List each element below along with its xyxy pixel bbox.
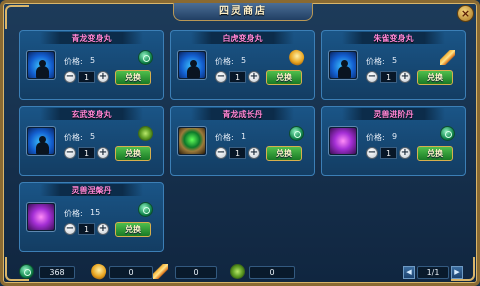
jade-coin-icon xyxy=(440,126,455,141)
transform-pill-icon xyxy=(330,52,356,78)
price-label: 价格: xyxy=(64,57,83,66)
shop-item-card: 玄武变身丸 价格: 5 − 1 + 兑换 xyxy=(19,106,164,176)
item-name: 灵兽涅槃丹 xyxy=(71,186,112,195)
decrease-button[interactable]: − xyxy=(64,147,76,159)
price-label: 价格: xyxy=(366,57,385,66)
prev-page-button[interactable]: ◀ xyxy=(403,266,415,279)
transform-pill-icon xyxy=(179,52,205,78)
quantity-input[interactable]: 1 xyxy=(78,71,95,83)
price-value: 5 xyxy=(241,56,247,65)
decrease-button[interactable]: − xyxy=(366,71,378,83)
quantity-input[interactable]: 1 xyxy=(229,71,246,83)
increase-button[interactable]: + xyxy=(97,71,109,83)
increase-button[interactable]: + xyxy=(399,147,411,159)
price-label: 价格: xyxy=(64,133,83,142)
decrease-button[interactable]: − xyxy=(215,147,227,159)
price-label: 价格: xyxy=(64,209,83,218)
quantity-input[interactable]: 1 xyxy=(380,147,397,159)
item-icon-slot[interactable] xyxy=(26,202,56,232)
increase-button[interactable]: + xyxy=(97,147,109,159)
item-name: 朱雀变身丸 xyxy=(373,34,414,43)
quantity-input[interactable]: 1 xyxy=(78,223,95,235)
shop-window: 四灵商店 × 青龙变身丸 价格: 5 − 1 + 兑换 白虎变身丸 价格: 5 … xyxy=(0,0,480,286)
item-name: 青龙成长丹 xyxy=(222,110,263,119)
page-indicator: 1/1 xyxy=(417,266,449,279)
price-label: 价格: xyxy=(366,133,385,142)
window-title: 四灵商店 xyxy=(173,3,313,21)
jade-coin-icon xyxy=(289,126,304,141)
turtle-shell-icon xyxy=(230,264,245,279)
exchange-button[interactable]: 兑换 xyxy=(115,222,151,237)
price-value: 1 xyxy=(241,132,247,141)
decrease-button[interactable]: − xyxy=(366,147,378,159)
price-value: 5 xyxy=(392,56,398,65)
price-value: 15 xyxy=(90,208,101,217)
turtle-balance: 0 xyxy=(249,266,295,279)
gold-gem-icon xyxy=(286,47,307,68)
quantity-input[interactable]: 1 xyxy=(229,147,246,159)
decrease-button[interactable]: − xyxy=(64,71,76,83)
item-icon-slot[interactable] xyxy=(328,50,358,80)
jade-coin-icon xyxy=(138,50,153,65)
decrease-button[interactable]: − xyxy=(64,223,76,235)
item-name: 青龙变身丸 xyxy=(71,34,112,43)
item-icon-slot[interactable] xyxy=(328,126,358,156)
jade-balance: 368 xyxy=(39,266,75,279)
gold-gem-icon xyxy=(88,261,109,282)
quantity-input[interactable]: 1 xyxy=(380,71,397,83)
increase-button[interactable]: + xyxy=(399,71,411,83)
exchange-button[interactable]: 兑换 xyxy=(417,146,453,161)
increase-button[interactable]: + xyxy=(248,147,260,159)
shop-item-card: 青龙成长丹 价格: 1 − 1 + 兑换 xyxy=(170,106,315,176)
shop-item-card: 青龙变身丸 价格: 5 − 1 + 兑换 xyxy=(19,30,164,100)
jade-coin-icon xyxy=(138,202,153,217)
feather-icon xyxy=(440,50,455,65)
shop-item-card: 灵兽涅槃丹 价格: 15 − 1 + 兑换 xyxy=(19,182,164,252)
item-icon-slot[interactable] xyxy=(177,50,207,80)
item-name: 白虎变身丸 xyxy=(222,34,263,43)
item-icon-slot[interactable] xyxy=(26,50,56,80)
next-page-button[interactable]: ▶ xyxy=(451,266,463,279)
increase-button[interactable]: + xyxy=(97,223,109,235)
advancement-orb-icon xyxy=(330,128,356,154)
exchange-button[interactable]: 兑换 xyxy=(115,146,151,161)
item-icon-slot[interactable] xyxy=(26,126,56,156)
shop-item-card: 灵兽进阶丹 价格: 9 − 1 + 兑换 xyxy=(321,106,466,176)
decrease-button[interactable]: − xyxy=(215,71,227,83)
item-name: 玄武变身丸 xyxy=(71,110,112,119)
price-value: 9 xyxy=(392,132,398,141)
exchange-button[interactable]: 兑换 xyxy=(417,70,453,85)
transform-pill-icon xyxy=(28,128,54,154)
item-name: 灵兽进阶丹 xyxy=(373,110,414,119)
feather-icon xyxy=(153,264,168,279)
price-value: 5 xyxy=(90,56,96,65)
shop-item-card: 白虎变身丸 价格: 5 − 1 + 兑换 xyxy=(170,30,315,100)
close-button[interactable]: × xyxy=(457,5,474,22)
exchange-button[interactable]: 兑换 xyxy=(115,70,151,85)
price-label: 价格: xyxy=(215,57,234,66)
gold-balance: 0 xyxy=(109,266,153,279)
shop-item-card: 朱雀变身丸 价格: 5 − 1 + 兑换 xyxy=(321,30,466,100)
item-grid: 青龙变身丸 价格: 5 − 1 + 兑换 白虎变身丸 价格: 5 − 1 + 兑… xyxy=(19,30,467,256)
price-label: 价格: xyxy=(215,133,234,142)
turtle-shell-icon xyxy=(138,126,153,141)
item-icon-slot[interactable] xyxy=(177,126,207,156)
exchange-button[interactable]: 兑换 xyxy=(266,146,302,161)
price-value: 5 xyxy=(90,132,96,141)
transform-pill-icon xyxy=(28,52,54,78)
nirvana-elixir-icon xyxy=(28,204,54,230)
growth-elixir-icon xyxy=(179,128,205,154)
currency-bar: 368 0 0 0 ◀ 1/1 ▶ xyxy=(17,261,469,282)
frame-corner xyxy=(5,5,29,29)
jade-coin-icon xyxy=(19,264,34,279)
feather-balance: 0 xyxy=(175,266,217,279)
increase-button[interactable]: + xyxy=(248,71,260,83)
quantity-input[interactable]: 1 xyxy=(78,147,95,159)
exchange-button[interactable]: 兑换 xyxy=(266,70,302,85)
